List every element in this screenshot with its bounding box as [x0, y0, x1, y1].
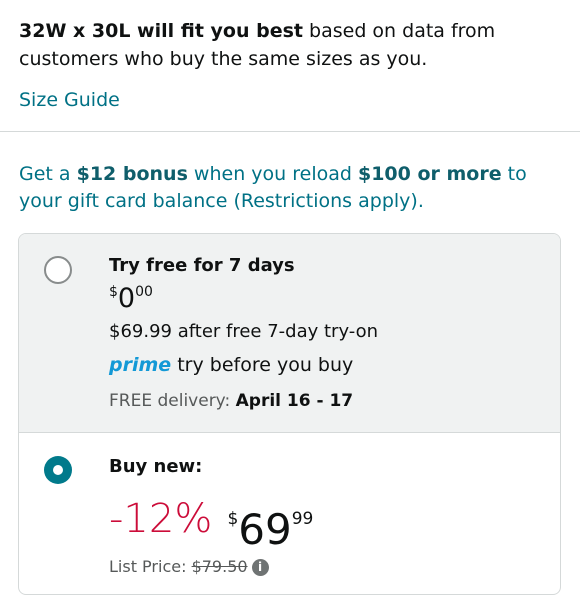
try-after-price: $69.99 after free 7-day try-on: [109, 321, 379, 342]
price-whole: 0: [117, 283, 136, 314]
buy-new-radio[interactable]: [44, 456, 72, 484]
fit-size: 32W x 30L will fit you best: [19, 20, 303, 42]
radio-selected-dot: [53, 465, 63, 475]
promo-text-1: Get a: [19, 163, 77, 185]
try-before-buy-option[interactable]: Try free for 7 days $000 $69.99 after fr…: [19, 234, 560, 433]
try-option-title: Try free for 7 days: [109, 255, 295, 276]
try-option-price: $000: [109, 283, 153, 314]
buy-new-title: Buy new:: [109, 456, 203, 477]
price-currency: $: [109, 284, 118, 300]
gift-card-promo[interactable]: Get a $12 bonus when you reload $100 or …: [19, 161, 564, 215]
buy-price-row: -12% $6999: [109, 494, 313, 564]
divider: [0, 131, 580, 132]
price-currency: $: [227, 509, 239, 529]
list-price-value: $79.50: [191, 557, 248, 576]
info-icon[interactable]: i: [251, 559, 269, 576]
try-option-radio[interactable]: [44, 256, 72, 284]
discount-percent: -12%: [109, 496, 213, 542]
prime-logo: prime: [109, 354, 172, 376]
prime-text: try before you buy: [177, 354, 354, 376]
delivery-dates: April 16 - 17: [235, 391, 354, 411]
list-price: List Price: $79.50 i: [109, 557, 269, 576]
prime-try-before-you-buy: prime try before you buy: [109, 354, 353, 376]
price-fraction: 99: [291, 509, 314, 529]
offer-options: Try free for 7 days $000 $69.99 after fr…: [18, 233, 561, 595]
promo-bonus: $12 bonus: [76, 163, 188, 185]
fit-recommendation: 32W x 30L will fit you best based on dat…: [19, 17, 569, 73]
promo-threshold: $100 or more: [357, 163, 502, 185]
size-guide-link[interactable]: Size Guide: [19, 89, 120, 111]
promo-text-2: when you reload: [187, 163, 358, 185]
list-price-label: List Price:: [109, 557, 192, 576]
buy-new-price: $6999: [227, 494, 313, 564]
delivery-label: FREE delivery:: [109, 391, 236, 411]
price-fraction: 00: [135, 284, 153, 300]
price-whole: 69: [238, 505, 292, 554]
delivery-info: FREE delivery: April 16 - 17: [109, 391, 353, 411]
